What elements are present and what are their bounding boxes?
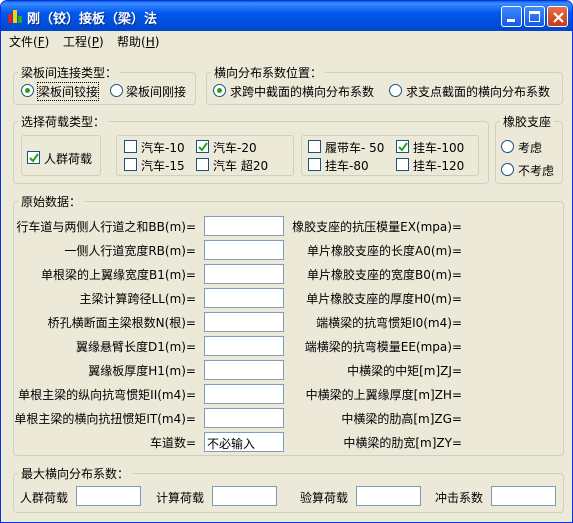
label-i0: 端横梁的抗弯惯矩I0(m4)= (316, 316, 462, 330)
menu-project[interactable]: 工程(P) (63, 33, 104, 50)
label-zg: 中横梁的肋高[m]ZG= (341, 412, 462, 426)
radio-bearing-consider[interactable] (501, 140, 514, 153)
label-b0: 单片橡胶支座的宽度B0(m)= (307, 268, 462, 282)
checkbox-crawler-50[interactable] (308, 140, 321, 153)
radio-support-label[interactable]: 求支点截面的横向分布系数 (406, 83, 550, 100)
menu-file[interactable]: 文件(F) (9, 33, 49, 50)
load-type-legend: 选择荷载类型： (21, 115, 106, 129)
input-it[interactable] (204, 408, 284, 428)
radio-support[interactable] (389, 84, 402, 97)
label-impact: 冲击系数 (435, 491, 484, 505)
close-button[interactable] (547, 6, 568, 27)
max-distribution-legend: 最大横向分布系数： (21, 467, 130, 481)
checkbox-trailer-120-label[interactable]: 挂车-120 (413, 157, 464, 174)
label-n: 桥孔横断面主梁根数N(根)= (47, 316, 196, 330)
input-lanes[interactable]: 不必输入 (204, 432, 284, 452)
input-d1[interactable] (204, 336, 284, 356)
radio-midspan[interactable] (213, 84, 226, 97)
rubber-bearing-legend: 橡胶支座 (503, 115, 552, 129)
label-h1: 翼缘板厚度H1(m)= (88, 364, 196, 378)
label-a0: 单片橡胶支座的长度A0(m)= (307, 244, 462, 258)
radio-hinged-label[interactable]: 梁板间铰接 (36, 82, 100, 101)
input-rb[interactable] (204, 240, 284, 260)
checkbox-car-15[interactable] (124, 158, 137, 171)
label-check-load: 验算荷载 (300, 491, 349, 505)
output-crowd[interactable] (76, 486, 141, 506)
label-zj: 中横梁的中矩[m]ZJ= (347, 364, 462, 378)
radio-bearing-consider-label[interactable]: 考虑 (518, 139, 542, 156)
label-rb: 一侧人行道宽度RB(m)= (64, 244, 196, 258)
radio-hinged[interactable] (21, 84, 34, 97)
input-b1[interactable] (204, 264, 284, 284)
checkbox-trailer-100[interactable] (396, 140, 409, 153)
minimize-icon (507, 19, 515, 22)
input-n[interactable] (204, 312, 284, 332)
input-bb[interactable] (204, 216, 284, 236)
output-check-load[interactable] (356, 486, 421, 506)
label-d1: 翼缘悬臂长度D1(m)= (76, 340, 196, 354)
label-zy: 中横梁的肋宽[m]ZY= (343, 436, 462, 450)
radio-bearing-ignore-label[interactable]: 不考虑 (518, 162, 554, 179)
maximize-icon (529, 11, 540, 22)
app-chart-icon (7, 8, 23, 24)
checkbox-trailer-100-label[interactable]: 挂车-100 (413, 139, 464, 156)
radio-rigid-label[interactable]: 梁板间刚接 (126, 83, 186, 100)
close-icon (553, 12, 564, 23)
label-calc-load: 计算荷载 (156, 491, 205, 505)
checkbox-trailer-120[interactable] (396, 158, 409, 171)
label-b1: 单根梁的上翼缘宽度B1(m)= (41, 268, 196, 282)
input-h1[interactable] (204, 360, 284, 380)
checkbox-car-20[interactable] (196, 140, 209, 153)
connection-type-legend: 梁板间连接类型： (21, 66, 118, 80)
label-bb: 行车道与两侧人行道之和BB(m)= (16, 220, 196, 234)
window-title: 刚（铰）接板（梁）法 (27, 12, 158, 27)
checkbox-car-super20[interactable] (196, 158, 209, 171)
title-bar[interactable]: 刚（铰）接板（梁）法 (1, 1, 572, 31)
menu-bar: 文件(F) 工程(P) 帮助(H) (1, 31, 572, 50)
label-ii: 单根主梁的纵向抗弯惯矩II(m4)= (18, 388, 196, 402)
input-ll[interactable] (204, 288, 284, 308)
checkbox-car-20-label[interactable]: 汽车-20 (213, 139, 257, 156)
radio-bearing-ignore[interactable] (501, 163, 514, 176)
checkbox-car-10-label[interactable]: 汽车-10 (141, 139, 185, 156)
maximize-button[interactable] (524, 6, 545, 27)
radio-rigid[interactable] (110, 84, 123, 97)
label-ex: 橡胶支座的抗压模量EX(mpa)= (292, 220, 462, 234)
checkbox-car-15-label[interactable]: 汽车-15 (141, 157, 185, 174)
checkmark-icon (398, 142, 408, 152)
output-impact[interactable] (491, 486, 556, 506)
checkbox-trailer-80[interactable] (308, 158, 321, 171)
label-zh: 中横梁的上翼缘厚度[m]ZH= (305, 388, 462, 402)
label-it: 单根主梁的横向抗扭惯矩IT(m4)= (14, 412, 196, 426)
distribution-position-legend: 横向分布系数位置： (214, 66, 323, 80)
output-calc-load[interactable] (212, 486, 277, 506)
checkbox-car-super20-label[interactable]: 汽车 超20 (213, 157, 268, 174)
checkbox-crowd[interactable] (27, 151, 40, 164)
label-lanes: 车道数= (149, 436, 196, 450)
label-crowd-result: 人群荷载 (20, 491, 69, 505)
input-ii[interactable] (204, 384, 284, 404)
label-ee: 端横梁的抗弯模量EE(mpa)= (304, 340, 462, 354)
label-ll: 主梁计算跨径LL(m)= (79, 292, 196, 306)
checkbox-car-10[interactable] (124, 140, 137, 153)
raw-data-legend: 原始数据： (21, 195, 82, 209)
minimize-button[interactable] (501, 6, 522, 27)
checkbox-trailer-80-label[interactable]: 挂车-80 (325, 157, 369, 174)
radio-midspan-label[interactable]: 求跨中截面的横向分布系数 (230, 83, 374, 100)
checkbox-crawler-50-label[interactable]: 履带车- 50 (325, 139, 384, 156)
checkmark-icon (29, 153, 39, 163)
checkmark-icon (198, 142, 208, 152)
checkbox-crowd-label[interactable]: 人群荷载 (44, 150, 92, 167)
label-h0: 单片橡胶支座的厚度H0(m)= (306, 292, 462, 306)
main-window: 刚（铰）接板（梁）法 文件(F) 工程(P) 帮助(H) 梁板间连接类型： 梁板… (0, 0, 573, 523)
menu-help[interactable]: 帮助(H) (117, 33, 159, 50)
